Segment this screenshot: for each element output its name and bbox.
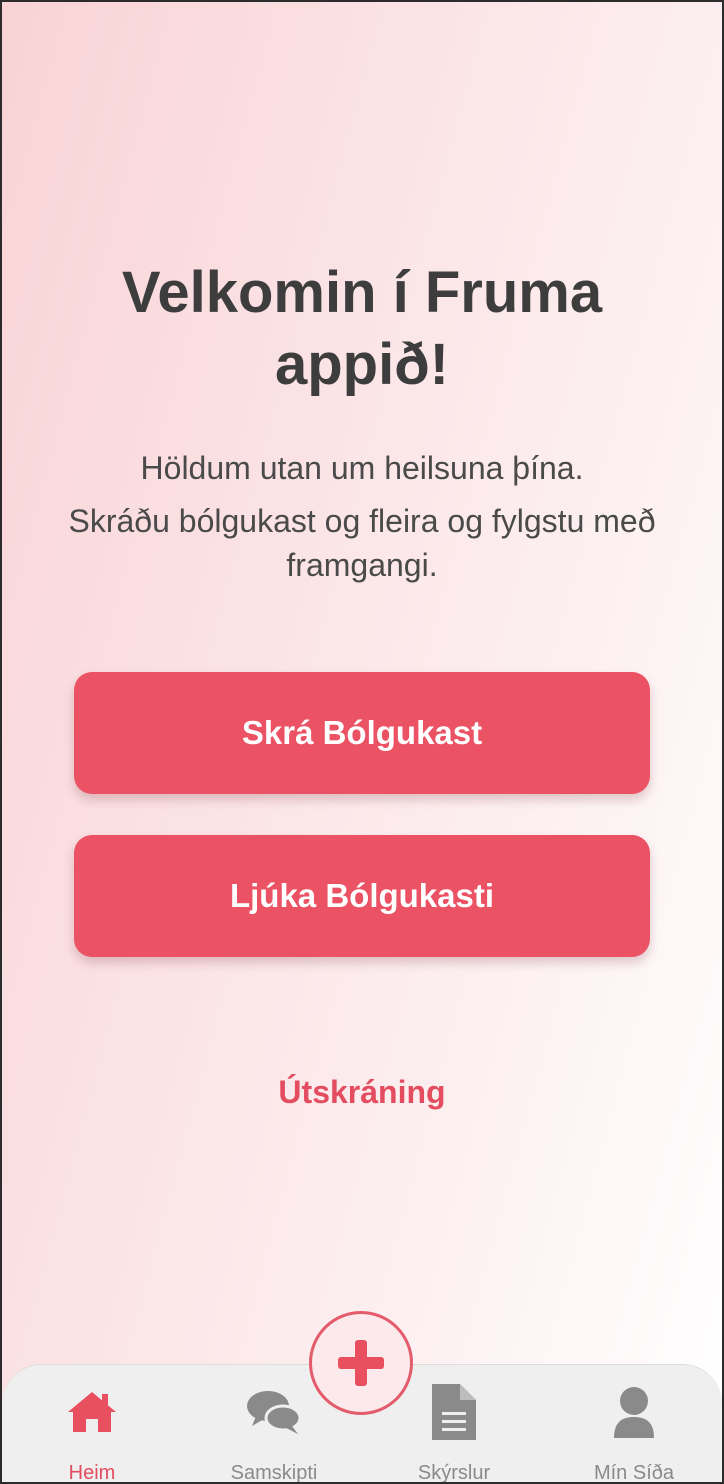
welcome-title-line2: appið! <box>275 332 449 397</box>
welcome-title: Velkomin í Fruma appið! <box>2 257 722 401</box>
home-icon <box>68 1392 116 1432</box>
tab-profile-label: Mín Síða <box>593 1462 675 1484</box>
tab-profile[interactable]: Mín Síða <box>544 1382 722 1484</box>
add-entry-button[interactable] <box>309 1311 413 1415</box>
tab-home-label: Heim <box>68 1462 116 1484</box>
welcome-subtitle-line2: Skráðu bólgukast og fleira og fylgstu me… <box>68 503 656 583</box>
tab-home[interactable]: Heim <box>2 1382 182 1484</box>
app-screen: Velkomin í Fruma appið! Höldum utan um h… <box>0 0 724 1484</box>
document-icon <box>432 1384 476 1440</box>
register-flare-button[interactable]: Skrá Bólgukast <box>74 672 650 794</box>
user-icon <box>614 1387 654 1438</box>
finish-flare-button[interactable]: Ljúka Bólgukasti <box>74 835 650 957</box>
chat-bubbles-icon <box>247 1391 302 1434</box>
tab-reports-label: Skýrslur <box>417 1462 491 1484</box>
logout-link[interactable]: Útskráning <box>2 1074 722 1111</box>
welcome-subtitle-line1: Höldum utan um heilsuna þína. <box>140 450 584 486</box>
tab-communication-label: Samskipti <box>230 1462 318 1484</box>
welcome-title-line1: Velkomin í Fruma <box>121 260 603 325</box>
plus-icon <box>338 1340 384 1386</box>
